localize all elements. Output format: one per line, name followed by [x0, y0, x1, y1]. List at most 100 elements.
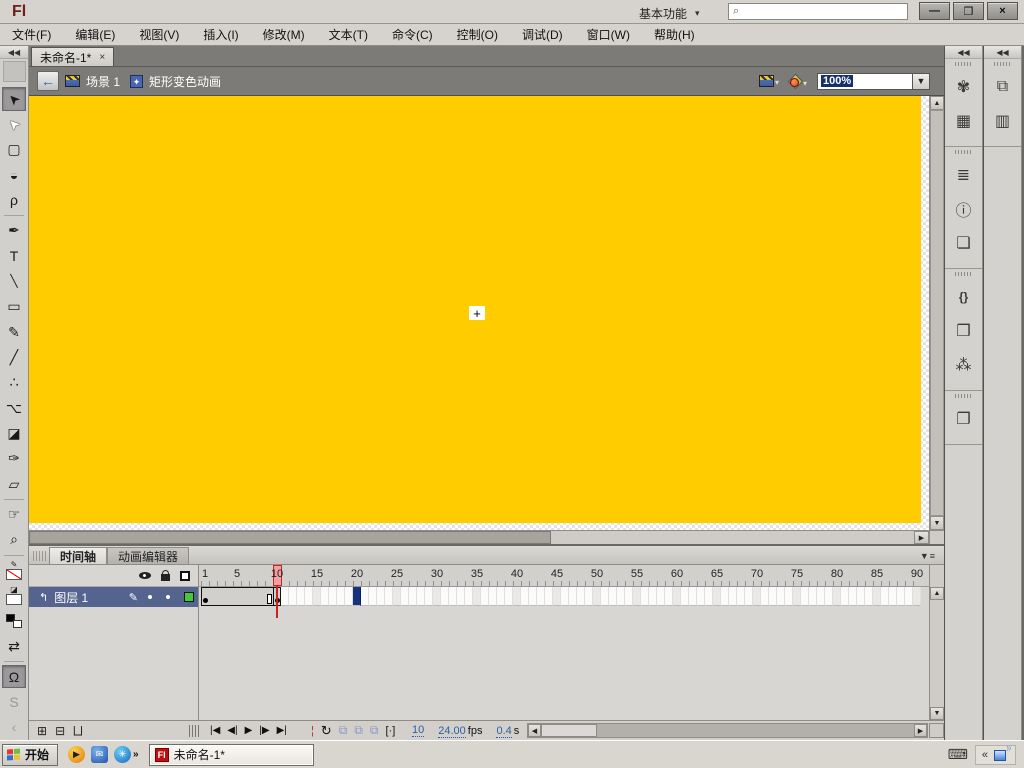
frame-cell-41[interactable]	[521, 587, 529, 606]
frame-cell-46[interactable]	[561, 587, 569, 606]
frame-cell-58[interactable]	[657, 587, 665, 606]
line-tool[interactable]: ╲	[2, 270, 26, 293]
frame-cell-88[interactable]	[897, 587, 905, 606]
info-panel-button[interactable]: ⓘ	[951, 196, 977, 222]
onion-marker-icon[interactable]: ¦	[311, 725, 314, 737]
frame-cell-37[interactable]	[489, 587, 497, 606]
stage-horizontal-scrollbar[interactable]: ▶	[29, 530, 944, 544]
frame-cell-64[interactable]	[705, 587, 713, 606]
frame-cell-36[interactable]	[481, 587, 489, 606]
threed-rotation-tool[interactable]: ◒	[2, 163, 26, 186]
frame-cell-45[interactable]	[553, 587, 561, 606]
zoom-dropdown-button[interactable]: ▼	[913, 72, 930, 90]
frame-cell-55[interactable]	[633, 587, 641, 606]
new-folder-button[interactable]: ⊟	[55, 724, 65, 738]
swatches-panel-button[interactable]: ▦	[951, 108, 977, 134]
frame-cell-60[interactable]	[673, 587, 681, 606]
component-inspector-panel-button[interactable]: ⁂	[951, 352, 977, 378]
quicklaunch-mail[interactable]: ✉	[91, 746, 109, 763]
scroll-up-button[interactable]: ▲	[930, 96, 944, 110]
frame-cell-75[interactable]	[793, 587, 801, 606]
scrollbar-thumb[interactable]	[541, 724, 597, 737]
frame-cell-80[interactable]	[833, 587, 841, 606]
goto-last-frame-button[interactable]: ▶|	[277, 725, 287, 736]
network-icon[interactable]	[994, 745, 1011, 761]
scroll-up-button[interactable]: ▲	[930, 587, 944, 600]
tab-motion-editor[interactable]: 动画编辑器	[107, 547, 190, 564]
scrollbar-track[interactable]	[551, 531, 914, 544]
modify-onion-markers-button[interactable]: [·]	[386, 725, 396, 737]
current-frame-value[interactable]: 10	[412, 724, 425, 737]
search-input[interactable]: ⌕	[728, 3, 908, 20]
frame-cell-26[interactable]	[401, 587, 409, 606]
properties-panel-button[interactable]: ⧉	[990, 74, 1016, 100]
frame-cell-73[interactable]	[777, 587, 785, 606]
frame-cell-63[interactable]	[697, 587, 705, 606]
tools-collapse-button[interactable]: ◀◀	[0, 46, 28, 59]
frame-cell-66[interactable]	[721, 587, 729, 606]
start-button[interactable]: 开始	[2, 743, 59, 766]
menu-item-10[interactable]: 窗口(W)	[587, 26, 630, 43]
frame-cell-68[interactable]	[737, 587, 745, 606]
straighten-option[interactable]: ‹	[2, 716, 26, 739]
brush-tool[interactable]: ╱	[2, 346, 26, 369]
library-panel-button[interactable]: ▥	[990, 108, 1016, 134]
frame-cell-65[interactable]	[713, 587, 721, 606]
frame-cell-27[interactable]	[409, 587, 417, 606]
frame-cell-71[interactable]	[761, 587, 769, 606]
edit-scene-button[interactable]: ▾	[758, 75, 779, 87]
back-button[interactable]: ←	[37, 71, 59, 91]
stage-vertical-scrollbar[interactable]: ▲ ▼	[929, 96, 944, 530]
frame-cell-4[interactable]	[225, 587, 233, 606]
frame-cell-28[interactable]	[417, 587, 425, 606]
document-tab[interactable]: 未命名-1* ×	[31, 47, 115, 66]
snap-to-objects-toggle[interactable]: Ω	[2, 664, 26, 689]
step-forward-button[interactable]: |▶	[259, 725, 269, 736]
frame-cell-30[interactable]	[433, 587, 441, 606]
frame-ruler[interactable]: 1 5 10 15 20 25 30 35 40 45 50 55 60 65 70 75 80 85 90	[199, 565, 929, 587]
restore-button[interactable]: ❐	[953, 2, 984, 20]
text-tool[interactable]: T	[2, 244, 26, 267]
pen-tool[interactable]: ✒	[2, 219, 26, 242]
scroll-down-button[interactable]: ▼	[930, 516, 944, 530]
lasso-tool[interactable]: ρ	[2, 189, 26, 212]
frame-cell-20[interactable]	[353, 587, 361, 606]
frame-cell-39[interactable]	[505, 587, 513, 606]
project-panel-button[interactable]: ❐	[951, 406, 977, 432]
tray-chevron-icon[interactable]: «	[982, 749, 988, 761]
frames-area[interactable]: 1 5 10 15 20 25 30 35 40 45 50 55 60 65 70 75 80 85 90	[199, 565, 929, 720]
menu-item-11[interactable]: 帮助(H)	[654, 26, 695, 43]
panel-grip[interactable]	[33, 551, 47, 561]
frame-cell-53[interactable]	[617, 587, 625, 606]
menu-item-6[interactable]: 文本(T)	[329, 26, 368, 43]
step-back-button[interactable]: ◀|	[227, 725, 237, 736]
frame-cell-90[interactable]	[913, 587, 921, 606]
frame-cell-21[interactable]	[361, 587, 369, 606]
show-hide-icon[interactable]	[139, 572, 151, 579]
panels-collapse-button[interactable]: ◀◀	[984, 46, 1021, 59]
frame-cell-38[interactable]	[497, 587, 505, 606]
delete-layer-button[interactable]: ⨆	[73, 723, 83, 738]
panel-menu-icon[interactable]: ▼≡	[920, 551, 936, 561]
frame-cell-2[interactable]	[209, 587, 217, 606]
edit-multiple-frames-button[interactable]: ⧉	[370, 723, 379, 738]
transform-panel-button[interactable]: ❏	[951, 230, 977, 256]
smooth-option[interactable]: S	[2, 690, 26, 713]
stage-canvas[interactable]: +	[29, 96, 921, 523]
frame-cell-25[interactable]	[393, 587, 401, 606]
elapsed-time-value[interactable]: 0.4	[496, 724, 512, 738]
frame-cell-76[interactable]	[801, 587, 809, 606]
fill-color-swatch[interactable]	[6, 594, 22, 606]
frame-cell-23[interactable]	[377, 587, 385, 606]
frame-cell-49[interactable]	[585, 587, 593, 606]
menu-item-2[interactable]: 编辑(E)	[75, 26, 115, 43]
layer-lock-dot[interactable]	[166, 595, 170, 599]
menu-item-5[interactable]: 修改(M)	[263, 26, 305, 43]
frame-cell-61[interactable]	[681, 587, 689, 606]
frame-cell-74[interactable]	[785, 587, 793, 606]
frame-cell-67[interactable]	[729, 587, 737, 606]
frame-cell-8[interactable]	[257, 587, 265, 606]
frame-cell-48[interactable]	[577, 587, 585, 606]
frame-cell-89[interactable]	[905, 587, 913, 606]
goto-first-frame-button[interactable]: |◀	[210, 725, 220, 736]
